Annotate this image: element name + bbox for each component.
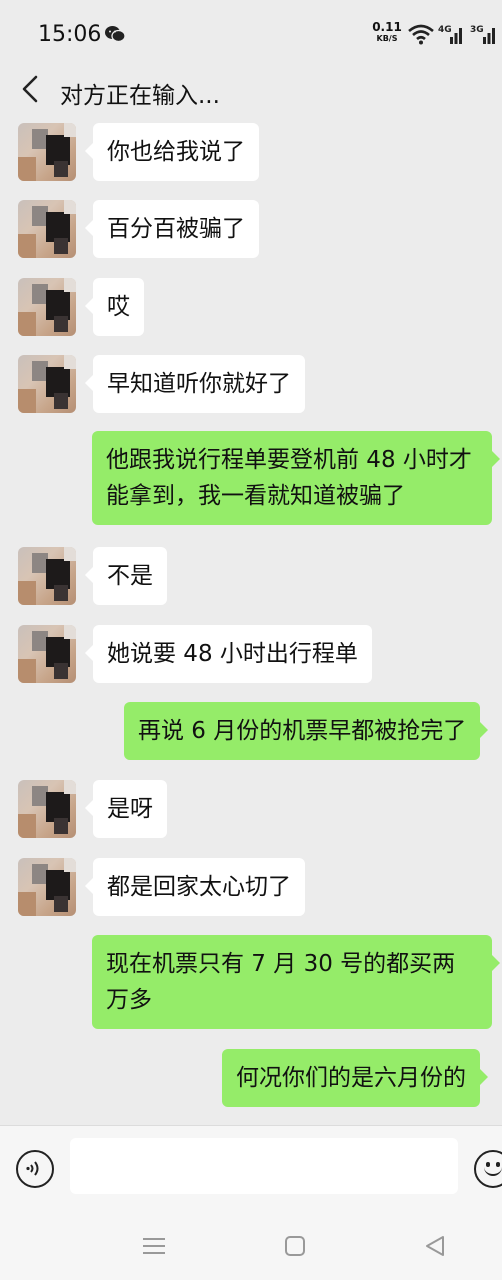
message-bubble-outgoing[interactable]: 何况你们的是六月份的 — [222, 1049, 488, 1107]
emoji-button[interactable] — [474, 1150, 502, 1188]
contact-avatar[interactable] — [18, 200, 76, 258]
voice-button[interactable] — [16, 1150, 54, 1188]
message-bubble-incoming[interactable]: 都是回家太心切了 — [85, 858, 305, 916]
message-bubble-incoming[interactable]: 不是 — [85, 547, 167, 605]
system-nav-bar — [0, 1205, 502, 1280]
message-bubble-incoming[interactable]: 百分百被骗了 — [85, 200, 259, 258]
contact-avatar[interactable] — [18, 123, 76, 181]
message-bubble-outgoing[interactable]: 现在机票只有 7 月 30 号的都买两万多 — [92, 935, 500, 1029]
message-list: 你也给我说了 百分百被骗了 哎 早知道听你就好了 他跟我说行程单要登机前 48 … — [0, 0, 502, 1125]
menu-icon[interactable] — [143, 1238, 165, 1254]
message-bubble-incoming[interactable]: 她说要 48 小时出行程单 — [85, 625, 372, 683]
contact-avatar[interactable] — [18, 355, 76, 413]
message-input[interactable] — [70, 1138, 458, 1194]
message-bubble-incoming[interactable]: 早知道听你就好了 — [85, 355, 305, 413]
home-icon[interactable] — [285, 1236, 305, 1256]
contact-avatar[interactable] — [18, 625, 76, 683]
input-bar — [0, 1125, 502, 1205]
message-bubble-outgoing[interactable]: 他跟我说行程单要登机前 48 小时才能拿到，我一看就知道被骗了 — [92, 431, 500, 525]
message-bubble-incoming[interactable]: 你也给我说了 — [85, 123, 259, 181]
back-triangle-icon[interactable] — [424, 1235, 446, 1257]
message-bubble-incoming[interactable]: 是呀 — [85, 780, 167, 838]
contact-avatar[interactable] — [18, 780, 76, 838]
message-bubble-outgoing[interactable]: 再说 6 月份的机票早都被抢完了 — [124, 702, 489, 760]
contact-avatar[interactable] — [18, 858, 76, 916]
message-bubble-incoming[interactable]: 哎 — [85, 278, 144, 336]
contact-avatar[interactable] — [18, 278, 76, 336]
voice-icon — [26, 1161, 39, 1176]
contact-avatar[interactable] — [18, 547, 76, 605]
